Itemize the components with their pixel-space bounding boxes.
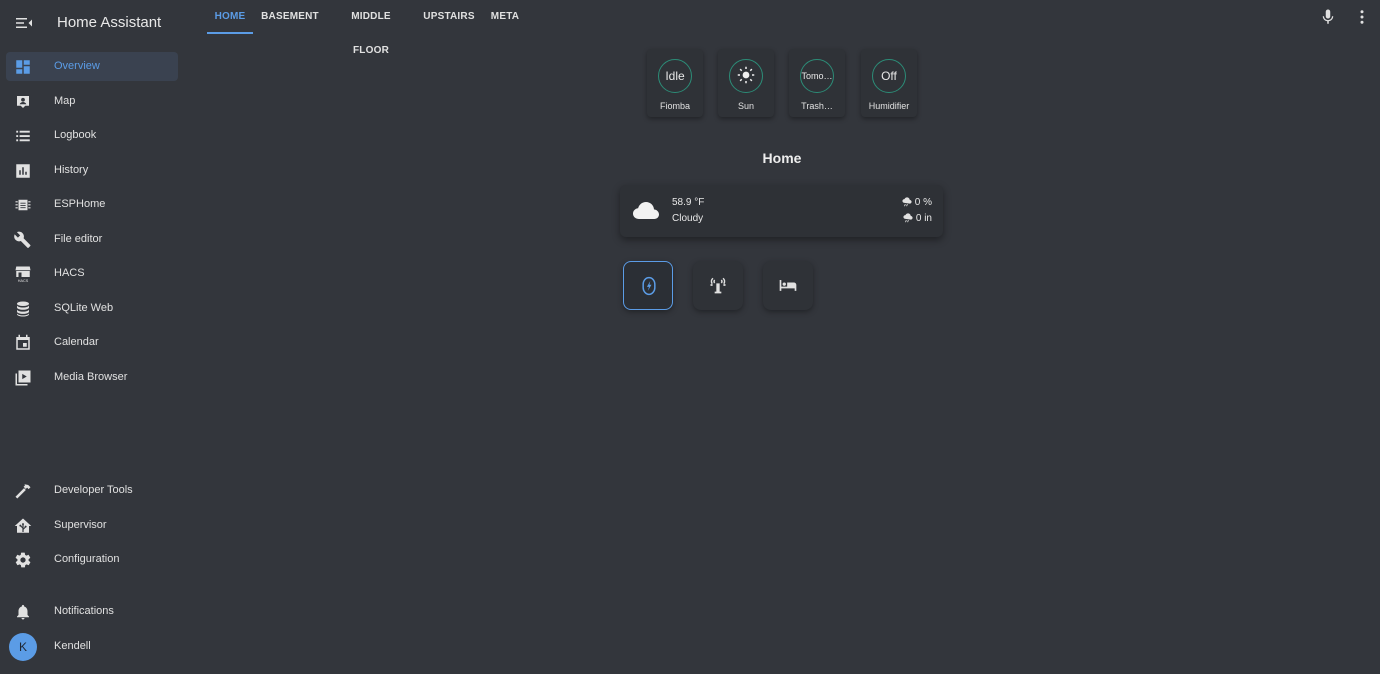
tab-basement[interactable]: BASEMENT	[258, 0, 322, 34]
menu-icon	[16, 18, 32, 28]
sidebar-item-label: History	[54, 164, 89, 176]
sidebar-item-label: ESPHome	[54, 198, 106, 210]
hacs-icon: HACS	[15, 266, 31, 283]
sidebar-item-notifications[interactable]: Notifications	[6, 597, 178, 626]
sidebar-item-configuration[interactable]: Configuration	[6, 545, 178, 574]
cloud-icon	[633, 202, 659, 219]
badge-trash[interactable]: Tomo… Trash…	[789, 49, 845, 117]
hammer-icon	[15, 484, 31, 499]
play-box-icon	[15, 370, 31, 386]
weather-condition: Cloudy	[672, 213, 704, 224]
menu-collapse-button[interactable]	[12, 11, 36, 35]
sidebar-item-logbook[interactable]: Logbook	[6, 121, 178, 150]
weather-temperature: 58.9 °F	[672, 197, 705, 208]
sidebar-item-label: Developer Tools	[54, 484, 133, 496]
precip-probability-value: 0 %	[914, 197, 932, 208]
sidebar-item-label: Supervisor	[54, 519, 107, 531]
sidebar-item-label: Calendar	[54, 336, 99, 348]
sidebar-item-media-browser[interactable]: Media Browser	[6, 363, 178, 392]
section-title: Home	[762, 150, 802, 166]
badge-state: Off	[872, 59, 906, 93]
sidebar-item-label: SQLite Web	[54, 302, 114, 314]
sidebar-item-label: Logbook	[54, 129, 97, 141]
bell-icon	[17, 604, 29, 620]
user-name: Kendell	[54, 640, 91, 652]
app: Home Assistant Overview Map Logbook Hist…	[0, 0, 1380, 674]
button-card-bed[interactable]	[763, 261, 813, 310]
button-card-security[interactable]	[623, 261, 673, 310]
tab-upstairs[interactable]: UPSTAIRS	[419, 0, 479, 34]
rain-icon	[902, 197, 912, 207]
rain-icon	[903, 213, 913, 223]
svg-text:HACS: HACS	[18, 279, 29, 283]
sidebar-item-supervisor[interactable]: Supervisor	[6, 511, 178, 540]
weather-precip-probability: 0 %	[902, 197, 932, 208]
gear-icon	[15, 552, 31, 568]
badge-label: Fiomba	[659, 101, 690, 111]
dashboard-icon	[16, 60, 30, 74]
sidebar-item-sqlite-web[interactable]: SQLite Web	[6, 294, 178, 323]
calendar-icon	[16, 334, 30, 350]
app-title: Home Assistant	[57, 14, 162, 31]
badge-state	[729, 59, 763, 93]
shield-lightning-icon	[642, 276, 656, 296]
chip-icon	[15, 199, 31, 211]
tab-middle-floor[interactable]: MIDDLE FLOOR	[332, 0, 410, 56]
tab-home[interactable]: HOME	[207, 0, 253, 34]
sun-icon	[737, 67, 755, 84]
sidebar-item-label: Configuration	[54, 553, 120, 565]
sidebar-item-label: Media Browser	[54, 371, 128, 383]
sprinkler-icon	[710, 277, 726, 294]
badge-label: Humidifier	[868, 101, 910, 111]
sidebar-item-user[interactable]: K Kendell	[6, 632, 178, 661]
weather-card[interactable]: 58.9 °F Cloudy 0 % 0 in	[620, 185, 943, 237]
bed-icon	[779, 280, 797, 291]
badge-sun[interactable]: Sun	[718, 49, 774, 117]
badge-humidifier[interactable]: Off Humidifier	[861, 49, 917, 117]
badge-label: Trash…	[801, 101, 833, 111]
precipitation-value: 0 in	[915, 213, 932, 224]
sidebar-item-map[interactable]: Map	[6, 87, 178, 116]
wrench-icon	[14, 231, 31, 248]
list-icon	[16, 130, 30, 142]
chart-box-icon	[16, 164, 30, 178]
sidebar-item-esphome[interactable]: ESPHome	[6, 190, 178, 219]
sidebar-item-hacs[interactable]: HACS HACS	[6, 259, 178, 288]
badge-label: Sun	[737, 101, 754, 111]
map-icon	[17, 96, 29, 108]
tab-meta[interactable]: META	[487, 0, 523, 34]
sidebar-item-label: Overview	[54, 60, 100, 72]
sidebar-item-label: File editor	[54, 233, 103, 245]
more-vertical-icon[interactable]	[1353, 8, 1371, 26]
badge-fiomba[interactable]: Idle Fiomba	[647, 49, 703, 117]
microphone-icon[interactable]	[1319, 8, 1337, 26]
sidebar-item-overview[interactable]: Overview	[6, 52, 178, 81]
sidebar-item-file-editor[interactable]: File editor	[6, 225, 178, 254]
sidebar-item-label: Notifications	[54, 605, 114, 617]
database-icon	[17, 301, 29, 317]
sidebar: Home Assistant Overview Map Logbook Hist…	[0, 0, 186, 674]
weather-precipitation: 0 in	[903, 213, 932, 224]
sidebar-header: Home Assistant	[0, 0, 186, 46]
sidebar-item-history[interactable]: History	[6, 156, 178, 185]
home-assistant-icon	[14, 518, 32, 533]
avatar: K	[9, 633, 37, 661]
sidebar-item-developer-tools[interactable]: Developer Tools	[6, 476, 178, 505]
button-card-sprinkler[interactable]	[693, 261, 743, 310]
sidebar-item-label: Map	[54, 95, 76, 107]
sidebar-item-calendar[interactable]: Calendar	[6, 328, 178, 357]
sidebar-item-label: HACS	[54, 267, 85, 279]
badge-state: Idle	[658, 59, 692, 93]
badge-state: Tomo…	[800, 59, 834, 93]
